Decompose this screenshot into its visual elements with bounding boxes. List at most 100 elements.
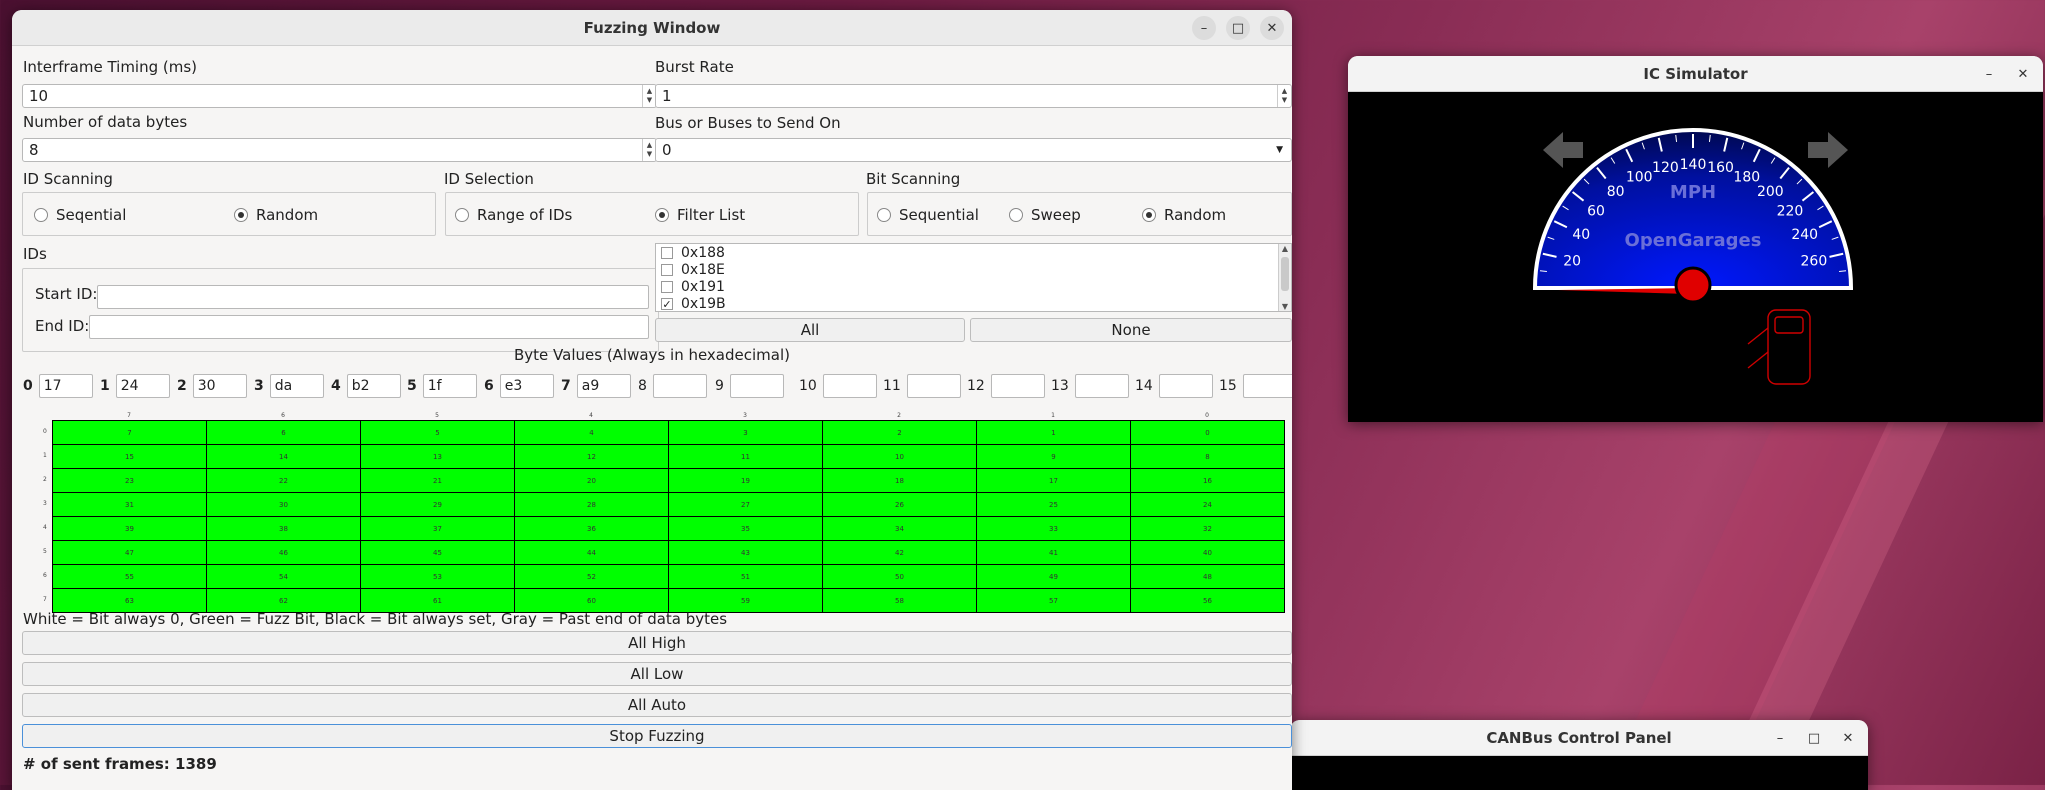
byte-value-input[interactable]: da	[269, 374, 324, 398]
close-icon[interactable]: ✕	[1260, 16, 1284, 40]
interframe-spinbox[interactable]: 10 ▲ ▼	[22, 84, 657, 108]
bit-cell[interactable]: 26	[822, 492, 977, 517]
bit-cell[interactable]: 6	[206, 420, 361, 445]
bit-cell[interactable]: 55	[52, 564, 207, 589]
bit-cell[interactable]: 2	[822, 420, 977, 445]
checkbox-icon[interactable]	[661, 246, 673, 259]
radio-sequential-id[interactable]: Seqential	[34, 206, 126, 224]
start-id-input[interactable]	[97, 285, 649, 309]
byte-value-input[interactable]	[1242, 374, 1292, 398]
bit-cell[interactable]: 1	[976, 420, 1131, 445]
all-high-button[interactable]: All High	[22, 631, 1292, 655]
bit-cell[interactable]: 0	[1130, 420, 1285, 445]
bit-cell[interactable]: 48	[1130, 564, 1285, 589]
filter-list-item[interactable]: 0x188	[656, 244, 1291, 261]
bit-cell[interactable]: 40	[1130, 540, 1285, 565]
checkbox-icon[interactable]: ✓	[661, 297, 673, 310]
bit-cell[interactable]: 17	[976, 468, 1131, 493]
bit-cell[interactable]: 43	[668, 540, 823, 565]
bit-cell[interactable]: 28	[514, 492, 669, 517]
bit-cell[interactable]: 11	[668, 444, 823, 469]
close-icon[interactable]: ✕	[1836, 726, 1860, 750]
bit-cell[interactable]: 47	[52, 540, 207, 565]
bit-cell[interactable]: 49	[976, 564, 1131, 589]
minimize-icon[interactable]: –	[1192, 16, 1216, 40]
bit-cell[interactable]: 58	[822, 588, 977, 613]
ic-titlebar[interactable]: IC Simulator – ✕	[1348, 56, 2043, 92]
bit-cell[interactable]: 16	[1130, 468, 1285, 493]
filter-list-item[interactable]: 0x18E	[656, 261, 1291, 278]
bit-cell[interactable]: 38	[206, 516, 361, 541]
bit-cell[interactable]: 23	[52, 468, 207, 493]
bit-cell[interactable]: 12	[514, 444, 669, 469]
spin-arrows[interactable]: ▲ ▼	[642, 85, 656, 107]
select-all-button[interactable]: All	[655, 318, 965, 342]
bit-cell[interactable]: 13	[360, 444, 515, 469]
bit-grid[interactable]: 7 6 5 4 3 2 1 0 0 7 6 5 4 3 2 1 0 1 15 14 13 12 11 10 9 8 2 23 22 21 2…	[43, 412, 1286, 613]
bit-cell[interactable]: 20	[514, 468, 669, 493]
byte-value-input[interactable]	[1158, 374, 1213, 398]
bit-cell[interactable]: 9	[976, 444, 1131, 469]
end-id-input[interactable]	[89, 315, 649, 339]
byte-value-input[interactable]: 30	[192, 374, 247, 398]
bit-cell[interactable]: 25	[976, 492, 1131, 517]
bit-cell[interactable]: 51	[668, 564, 823, 589]
radio-bit-sequential[interactable]: Sequential	[877, 206, 979, 224]
bit-cell[interactable]: 32	[1130, 516, 1285, 541]
radio-range-ids[interactable]: Range of IDs	[455, 206, 572, 224]
byte-value-input[interactable]	[652, 374, 707, 398]
bit-cell[interactable]: 8	[1130, 444, 1285, 469]
byte-value-input[interactable]	[1074, 374, 1129, 398]
radio-filter-list[interactable]: Filter List	[655, 206, 745, 224]
bit-cell[interactable]: 27	[668, 492, 823, 517]
bit-cell[interactable]: 14	[206, 444, 361, 469]
bit-cell[interactable]: 50	[822, 564, 977, 589]
all-low-button[interactable]: All Low	[22, 662, 1292, 686]
bit-cell[interactable]: 46	[206, 540, 361, 565]
select-none-button[interactable]: None	[970, 318, 1292, 342]
bit-cell[interactable]: 7	[52, 420, 207, 445]
byte-value-input[interactable]	[822, 374, 877, 398]
maximize-icon[interactable]: □	[1226, 16, 1250, 40]
close-icon[interactable]: ✕	[2011, 62, 2035, 86]
radio-bit-sweep[interactable]: Sweep	[1009, 206, 1081, 224]
byte-value-input[interactable]: a9	[576, 374, 631, 398]
bit-cell[interactable]: 42	[822, 540, 977, 565]
bit-cell[interactable]: 18	[822, 468, 977, 493]
bus-select[interactable]: 0 ▼	[655, 138, 1292, 162]
filter-id-list[interactable]: 0x188 0x18E 0x191 ✓ 0x19B ▲ ▼	[655, 243, 1292, 312]
bit-cell[interactable]: 5	[360, 420, 515, 445]
radio-bit-random[interactable]: Random	[1142, 206, 1226, 224]
bit-cell[interactable]: 22	[206, 468, 361, 493]
bit-cell[interactable]: 10	[822, 444, 977, 469]
bit-cell[interactable]: 24	[1130, 492, 1285, 517]
bit-cell[interactable]: 30	[206, 492, 361, 517]
bit-cell[interactable]: 15	[52, 444, 207, 469]
bit-cell[interactable]: 19	[668, 468, 823, 493]
num-bytes-spinbox[interactable]: 8 ▲ ▼	[22, 138, 657, 162]
byte-value-input[interactable]: 17	[38, 374, 93, 398]
bit-cell[interactable]: 37	[360, 516, 515, 541]
bit-cell[interactable]: 21	[360, 468, 515, 493]
byte-value-input[interactable]	[906, 374, 961, 398]
bit-cell[interactable]: 36	[514, 516, 669, 541]
all-auto-button[interactable]: All Auto	[22, 693, 1292, 717]
minimize-icon[interactable]: –	[1768, 726, 1792, 750]
minimize-icon[interactable]: –	[1977, 62, 2001, 86]
byte-value-input[interactable]: e3	[499, 374, 554, 398]
byte-value-input[interactable]: 1f	[422, 374, 477, 398]
stop-fuzzing-button[interactable]: Stop Fuzzing	[22, 724, 1292, 748]
scroll-thumb[interactable]	[1281, 257, 1289, 291]
byte-value-input[interactable]	[990, 374, 1045, 398]
bit-cell[interactable]: 44	[514, 540, 669, 565]
burst-spinbox[interactable]: 1 ▲ ▼	[655, 84, 1292, 108]
filter-list-item[interactable]: 0x191	[656, 278, 1291, 295]
bit-cell[interactable]: 29	[360, 492, 515, 517]
list-scrollbar[interactable]: ▲ ▼	[1278, 244, 1291, 311]
fuzz-titlebar[interactable]: Fuzzing Window – □ ✕	[12, 10, 1292, 46]
bit-cell[interactable]: 52	[514, 564, 669, 589]
spin-arrows[interactable]: ▲ ▼	[642, 139, 656, 161]
bit-cell[interactable]: 41	[976, 540, 1131, 565]
filter-list-item[interactable]: ✓ 0x19B	[656, 295, 1291, 311]
bit-cell[interactable]: 54	[206, 564, 361, 589]
